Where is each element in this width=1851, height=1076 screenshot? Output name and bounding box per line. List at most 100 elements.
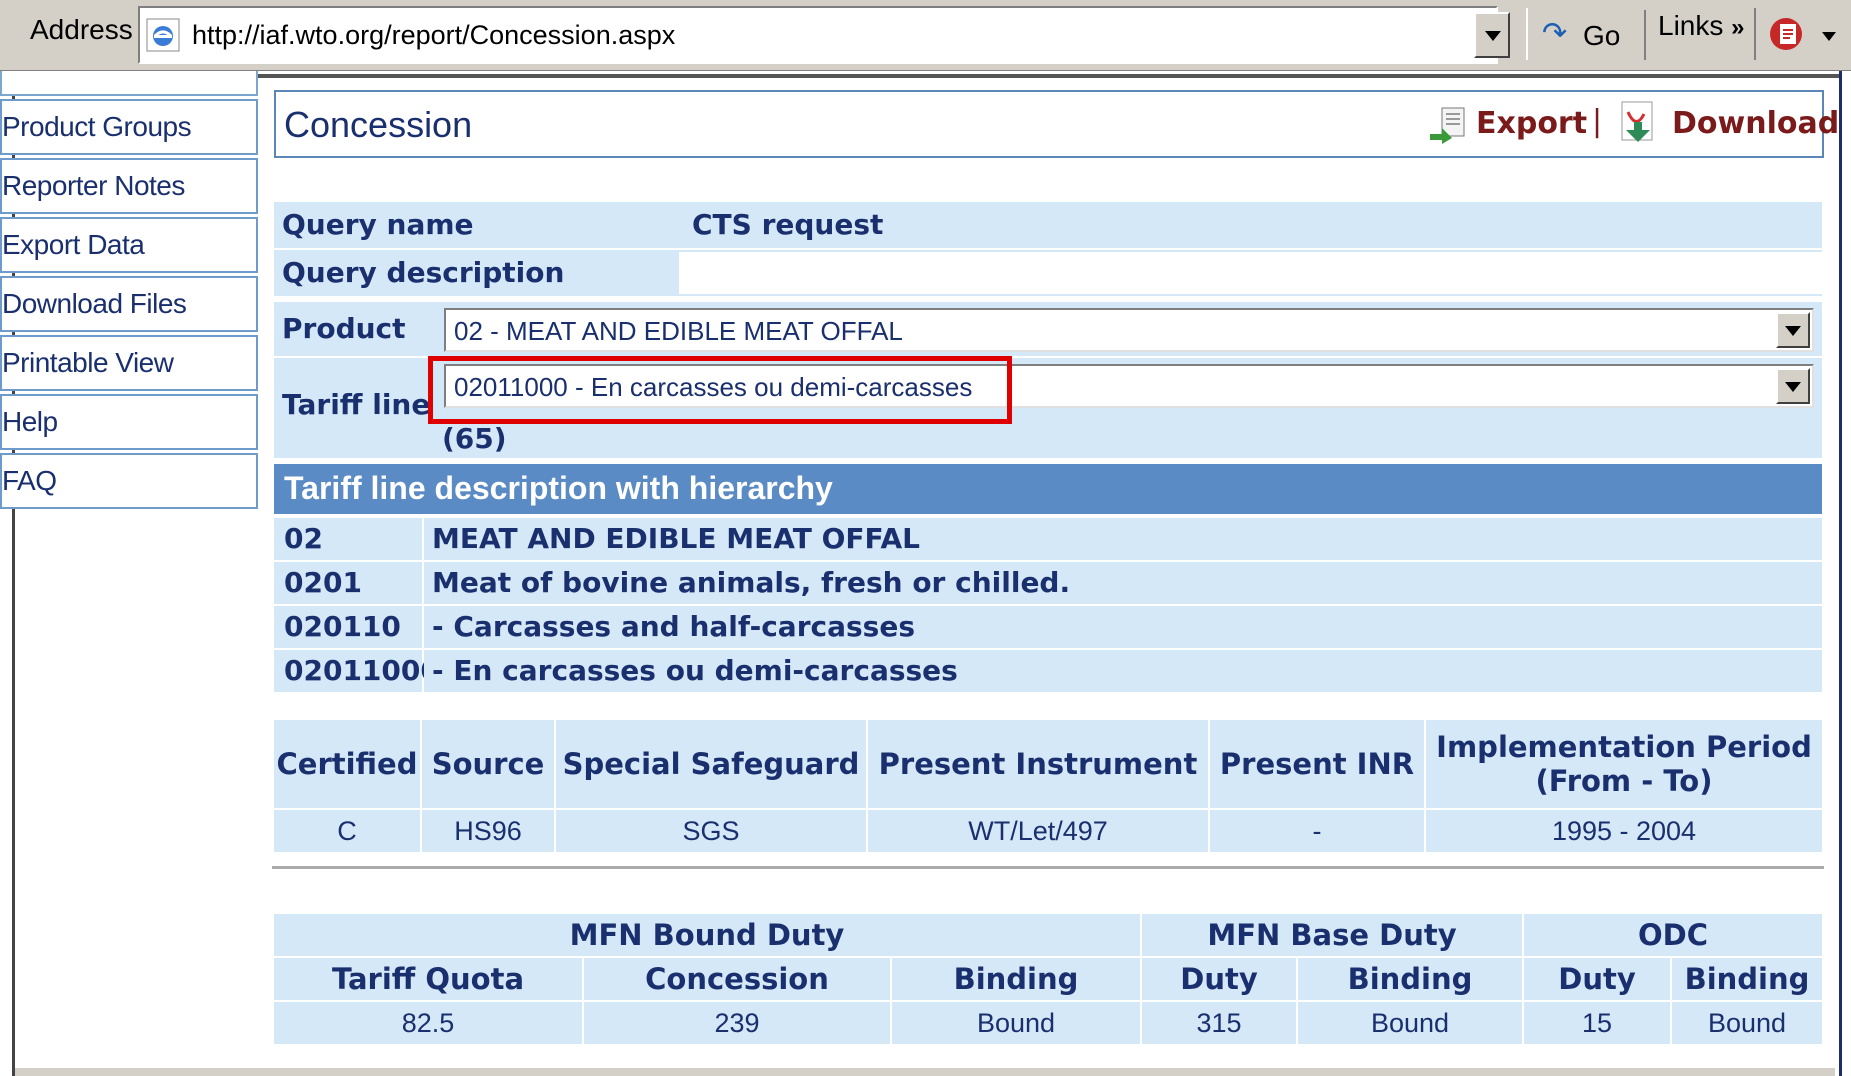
query-name-label: Query name bbox=[282, 208, 474, 241]
hierarchy-row: 02 MEAT AND EDIBLE MEAT OFFAL bbox=[274, 518, 1822, 560]
odc-binding-value: Bound bbox=[1672, 1002, 1822, 1044]
col-base-duty: Duty bbox=[1142, 958, 1296, 1000]
go-label: Go bbox=[1583, 20, 1621, 51]
page-title: Concession bbox=[284, 104, 473, 145]
acrobat-toolbar-icon[interactable] bbox=[1768, 14, 1808, 54]
left-nav: Product Groups Reporter Notes Export Dat… bbox=[0, 71, 258, 509]
tariff-line-count: (65) bbox=[442, 422, 507, 455]
export-icon[interactable] bbox=[1428, 104, 1468, 144]
group-mfn-bound-duty: MFN Bound Duty bbox=[274, 914, 1140, 956]
concession-details-table: Certified Source Special Safeguard Prese… bbox=[272, 718, 1824, 854]
nav-item-product-groups[interactable]: Product Groups bbox=[0, 99, 258, 155]
right-scroll-frame bbox=[1839, 71, 1851, 1076]
nav-item-help[interactable]: Help bbox=[0, 394, 258, 450]
go-arrow-icon: ↷ bbox=[1542, 16, 1568, 51]
product-select[interactable]: 02 - MEAT AND EDIBLE MEAT OFFAL bbox=[444, 308, 1814, 352]
acrobat-menu-chevron-icon[interactable] bbox=[1822, 32, 1836, 41]
links-button[interactable]: Links » bbox=[1644, 10, 1745, 60]
col-base-binding: Binding bbox=[1298, 958, 1522, 1000]
base-binding-value: Bound bbox=[1298, 1002, 1522, 1044]
hierarchy-row: 02011000 - En carcasses ou demi-carcasse… bbox=[274, 650, 1822, 692]
toolbar-divider bbox=[1754, 8, 1756, 60]
horizontal-scrollbar[interactable] bbox=[15, 1066, 1835, 1076]
ie-page-icon bbox=[146, 18, 180, 52]
query-description-row: Query description bbox=[274, 250, 1822, 296]
inr-value: - bbox=[1210, 810, 1424, 852]
page-header: Concession Export | Download bbox=[274, 90, 1839, 158]
table-row: 82.5 239 Bound 315 Bound 15 Bound bbox=[274, 1002, 1822, 1044]
product-label: Product bbox=[282, 312, 406, 345]
header-separator: | bbox=[1592, 104, 1603, 139]
page-top-border bbox=[20, 74, 1844, 78]
base-duty-value: 315 bbox=[1142, 1002, 1296, 1044]
hierarchy-description: - Carcasses and half-carcasses bbox=[424, 606, 1822, 648]
go-button[interactable]: ↷ Go bbox=[1526, 8, 1636, 60]
source-value: HS96 bbox=[422, 810, 554, 852]
query-description-value bbox=[679, 252, 1822, 294]
product-dropdown-button[interactable] bbox=[1776, 312, 1810, 348]
address-bar: Address http://iaf.wto.org/report/Conces… bbox=[0, 0, 1851, 71]
download-link[interactable]: Download bbox=[1672, 106, 1839, 141]
nav-item-reporter-notes[interactable]: Reporter Notes bbox=[0, 158, 258, 214]
duties-table: MFN Bound Duty MFN Base Duty ODC Tariff … bbox=[272, 912, 1824, 1046]
export-link[interactable]: Export bbox=[1476, 106, 1587, 141]
certified-value: C bbox=[274, 810, 420, 852]
hierarchy-row: 0201 Meat of bovine animals, fresh or ch… bbox=[274, 562, 1822, 604]
odc-duty-value: 15 bbox=[1524, 1002, 1670, 1044]
period-value: 1995 - 2004 bbox=[1426, 810, 1822, 852]
concession-value: 239 bbox=[584, 1002, 890, 1044]
tariff-line-label: Tariff line bbox=[282, 388, 431, 421]
col-special-safeguard: Special Safeguard bbox=[556, 720, 866, 808]
col-tariff-quota: Tariff Quota bbox=[274, 958, 582, 1000]
chevron-down-icon bbox=[1485, 31, 1501, 41]
nav-item-printable-view[interactable]: Printable View bbox=[0, 335, 258, 391]
hierarchy-code: 0201 bbox=[274, 562, 422, 604]
hierarchy-code: 02011000 bbox=[274, 650, 440, 692]
safeguard-value: SGS bbox=[556, 810, 866, 852]
tariff-line-dropdown-button[interactable] bbox=[1776, 368, 1810, 404]
col-present-inr: Present INR bbox=[1210, 720, 1424, 808]
hierarchy-description: Meat of bovine animals, fresh or chilled… bbox=[424, 562, 1822, 604]
hierarchy-row: 020110 - Carcasses and half-carcasses bbox=[274, 606, 1822, 648]
nav-item-partial[interactable] bbox=[0, 71, 258, 96]
query-name-value: CTS request bbox=[692, 208, 884, 241]
group-mfn-base-duty: MFN Base Duty bbox=[1142, 914, 1522, 956]
product-row: Product 02 - MEAT AND EDIBLE MEAT OFFAL bbox=[274, 302, 1822, 356]
table-row: C HS96 SGS WT/Let/497 - 1995 - 2004 bbox=[274, 810, 1822, 852]
address-label: Address bbox=[30, 14, 133, 45]
query-description-label: Query description bbox=[282, 256, 565, 289]
hierarchy-heading: Tariff line description with hierarchy bbox=[274, 464, 1822, 514]
highlight-annotation bbox=[428, 356, 1012, 424]
col-implementation-period: Implementation Period (From - To) bbox=[1426, 720, 1822, 808]
hierarchy-heading-text: Tariff line description with hierarchy bbox=[284, 470, 833, 506]
hierarchy-code: 020110 bbox=[274, 606, 422, 648]
bound-binding-value: Bound bbox=[892, 1002, 1140, 1044]
nav-item-faq[interactable]: FAQ bbox=[0, 453, 258, 509]
instrument-value: WT/Let/497 bbox=[868, 810, 1208, 852]
address-input[interactable]: http://iaf.wto.org/report/Concession.asp… bbox=[138, 6, 1498, 64]
col-odc-duty: Duty bbox=[1524, 958, 1670, 1000]
nav-item-export-data[interactable]: Export Data bbox=[0, 217, 258, 273]
col-certified: Certified bbox=[274, 720, 420, 808]
links-chevron-icon: » bbox=[1731, 14, 1745, 41]
address-url[interactable]: http://iaf.wto.org/report/Concession.asp… bbox=[192, 20, 675, 51]
col-concession: Concession bbox=[584, 958, 890, 1000]
hierarchy-code: 02 bbox=[274, 518, 422, 560]
nav-item-download-files[interactable]: Download Files bbox=[0, 276, 258, 332]
links-label: Links bbox=[1658, 10, 1724, 41]
chevron-down-icon bbox=[1785, 326, 1801, 336]
hierarchy-description: - En carcasses ou demi-carcasses bbox=[424, 650, 1822, 692]
col-source: Source bbox=[422, 720, 554, 808]
product-select-value: 02 - MEAT AND EDIBLE MEAT OFFAL bbox=[454, 316, 903, 346]
section-divider bbox=[272, 866, 1824, 870]
col-present-instrument: Present Instrument bbox=[868, 720, 1208, 808]
tariff-quota-value: 82.5 bbox=[274, 1002, 582, 1044]
col-odc-binding: Binding bbox=[1672, 958, 1822, 1000]
pdf-download-icon[interactable] bbox=[1616, 100, 1660, 146]
hierarchy-description: MEAT AND EDIBLE MEAT OFFAL bbox=[424, 518, 1822, 560]
chevron-down-icon bbox=[1785, 382, 1801, 392]
col-bound-binding: Binding bbox=[892, 958, 1140, 1000]
address-dropdown-button[interactable] bbox=[1474, 12, 1510, 58]
query-name-row: Query name CTS request bbox=[274, 202, 1822, 248]
group-odc: ODC bbox=[1524, 914, 1822, 956]
